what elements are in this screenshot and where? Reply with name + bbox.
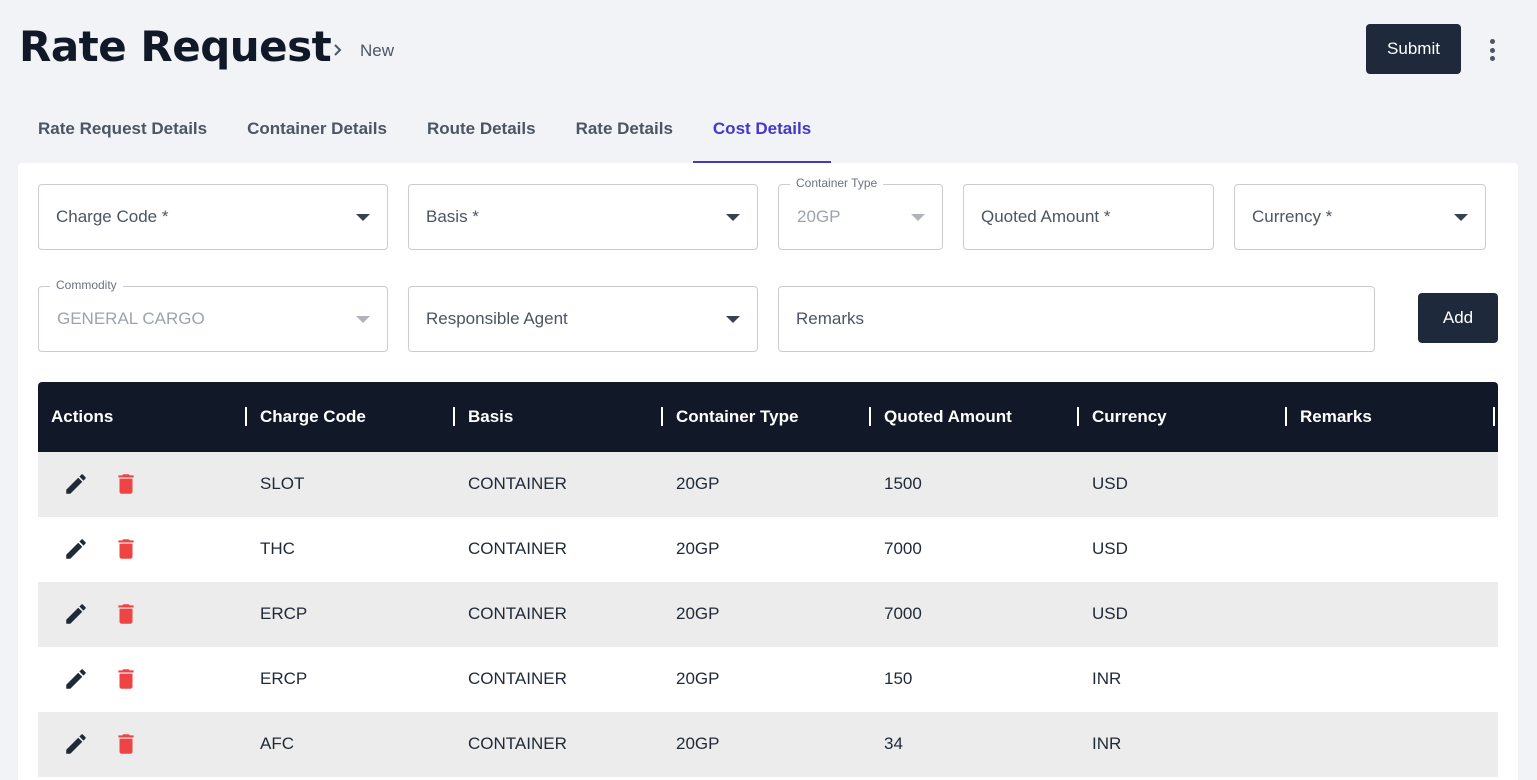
- breadcrumb-current: New: [360, 41, 395, 60]
- page-title: Rate Request: [19, 22, 332, 71]
- column-separator[interactable]: [1285, 407, 1287, 426]
- cost-table: Actions Charge Code Basis Container Type…: [38, 382, 1498, 780]
- table-row: THC CONTAINER 20GP 7000 USD: [38, 517, 1498, 582]
- cell-charge-code: ERCP: [260, 669, 308, 688]
- cell-quoted-amount: 7000: [884, 604, 922, 623]
- cell-quoted-amount: 1500: [884, 474, 922, 493]
- cell-currency: USD: [1092, 539, 1128, 558]
- cell-container-type: 20GP: [676, 474, 720, 493]
- column-separator[interactable]: [1077, 407, 1079, 426]
- table-row: AFC CONTAINER 20GP 34 INR: [38, 712, 1498, 777]
- tab-cost-details[interactable]: Cost Details: [692, 105, 832, 163]
- column-header-quoted-amount[interactable]: Quoted Amount: [884, 407, 1012, 427]
- column-header-actions: Actions: [51, 407, 114, 426]
- cell-currency: INR: [1092, 734, 1122, 753]
- container-type-label: Container Type: [790, 176, 884, 190]
- cell-basis: CONTAINER: [468, 474, 567, 493]
- cell-container-type: 20GP: [676, 539, 720, 558]
- cell-charge-code: THC: [260, 539, 295, 558]
- delete-icon[interactable]: [113, 731, 139, 757]
- cell-quoted-amount: 34: [884, 734, 903, 753]
- quoted-amount-placeholder: Quoted Amount *: [981, 207, 1111, 226]
- cell-quoted-amount: 7000: [884, 539, 922, 558]
- remarks-placeholder: Remarks: [796, 309, 865, 328]
- dropdown-arrow-icon: [356, 316, 370, 323]
- table-row: SLOT CONTAINER 20GP 1500 USD: [38, 452, 1498, 517]
- edit-icon[interactable]: [63, 536, 89, 562]
- edit-icon[interactable]: [63, 666, 89, 692]
- quoted-amount-input[interactable]: Quoted Amount *: [963, 184, 1214, 250]
- cell-charge-code: SLOT: [260, 474, 305, 493]
- commodity-select: Commodity GENERAL CARGO: [38, 278, 388, 352]
- currency-select[interactable]: Currency *: [1234, 184, 1486, 250]
- dropdown-arrow-icon: [726, 316, 740, 323]
- add-button[interactable]: Add: [1418, 293, 1498, 343]
- more-vertical-icon[interactable]: [1480, 36, 1504, 64]
- tab-rate-details[interactable]: Rate Details: [556, 105, 693, 163]
- charge-code-select[interactable]: Charge Code *: [38, 184, 388, 250]
- currency-placeholder: Currency *: [1252, 207, 1333, 226]
- charge-code-placeholder: Charge Code *: [56, 207, 169, 226]
- tab-rate-request-details[interactable]: Rate Request Details: [18, 105, 227, 163]
- remarks-input[interactable]: Remarks: [778, 286, 1375, 352]
- column-header-charge-code[interactable]: Charge Code: [260, 407, 366, 427]
- responsible-agent-select[interactable]: Responsible Agent: [408, 286, 758, 352]
- column-separator[interactable]: [453, 407, 455, 426]
- column-header-remarks[interactable]: Remarks: [1300, 407, 1372, 427]
- cell-basis: CONTAINER: [468, 669, 567, 688]
- commodity-value: GENERAL CARGO: [57, 309, 205, 328]
- column-header-basis[interactable]: Basis: [468, 407, 513, 427]
- tab-bar: Rate Request Details Container Details R…: [18, 105, 832, 163]
- cell-currency: USD: [1092, 604, 1128, 623]
- cell-container-type: 20GP: [676, 669, 720, 688]
- cell-container-type: 20GP: [676, 604, 720, 623]
- cell-currency: INR: [1092, 669, 1122, 688]
- column-header-currency[interactable]: Currency: [1092, 407, 1167, 427]
- cell-basis: CONTAINER: [468, 539, 567, 558]
- table-row: ERCP CONTAINER 20GP 7000 USD: [38, 582, 1498, 647]
- cell-quoted-amount: 150: [884, 669, 913, 688]
- table-row: ERCP CONTAINER 20GP 150 INR: [38, 647, 1498, 712]
- cell-currency: USD: [1092, 474, 1128, 493]
- container-type-value: 20GP: [797, 207, 841, 226]
- dropdown-arrow-icon: [1454, 214, 1468, 221]
- tab-container-details[interactable]: Container Details: [227, 105, 407, 163]
- commodity-label: Commodity: [50, 278, 123, 292]
- chevron-right-icon: [334, 44, 342, 56]
- dropdown-arrow-icon: [911, 214, 925, 221]
- cell-charge-code: ERCP: [260, 604, 308, 623]
- table-header: Actions Charge Code Basis Container Type…: [38, 382, 1498, 452]
- cell-charge-code: AFC: [260, 734, 294, 753]
- column-header-container-type[interactable]: Container Type: [676, 407, 798, 427]
- cell-basis: CONTAINER: [468, 734, 567, 753]
- delete-icon[interactable]: [113, 471, 139, 497]
- tab-route-details[interactable]: Route Details: [407, 105, 556, 163]
- cell-container-type: 20GP: [676, 734, 720, 753]
- edit-icon[interactable]: [63, 471, 89, 497]
- edit-icon[interactable]: [63, 731, 89, 757]
- column-separator[interactable]: [661, 407, 663, 426]
- dropdown-arrow-icon: [726, 214, 740, 221]
- responsible-agent-placeholder: Responsible Agent: [426, 309, 568, 328]
- column-separator[interactable]: [245, 407, 247, 426]
- column-separator[interactable]: [869, 407, 871, 426]
- delete-icon[interactable]: [113, 601, 139, 627]
- container-type-select: Container Type 20GP: [778, 176, 943, 250]
- cell-basis: CONTAINER: [468, 604, 567, 623]
- edit-icon[interactable]: [63, 601, 89, 627]
- delete-icon[interactable]: [113, 666, 139, 692]
- submit-button[interactable]: Submit: [1366, 24, 1461, 74]
- basis-placeholder: Basis *: [426, 207, 479, 226]
- column-separator[interactable]: [1493, 407, 1495, 426]
- delete-icon[interactable]: [113, 536, 139, 562]
- basis-select[interactable]: Basis *: [408, 184, 758, 250]
- dropdown-arrow-icon: [356, 214, 370, 221]
